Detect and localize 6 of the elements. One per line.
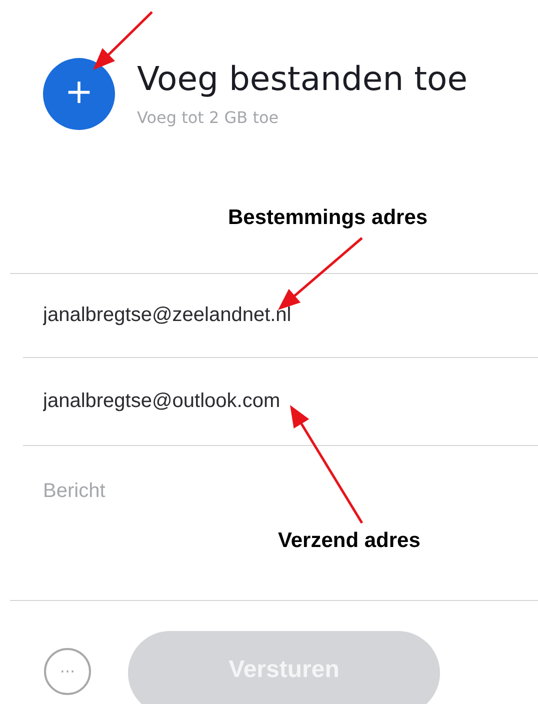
message-field[interactable]: Bericht [43,480,483,503]
annotation-label: Bestemmings adres [228,206,428,229]
upload-title: Voeg bestanden toe [137,58,468,100]
annotation-label: Verzend adres [278,529,420,552]
upload-limit-text: Voeg tot 2 GB toe [137,108,280,127]
add-files-button[interactable]: + [43,58,115,130]
